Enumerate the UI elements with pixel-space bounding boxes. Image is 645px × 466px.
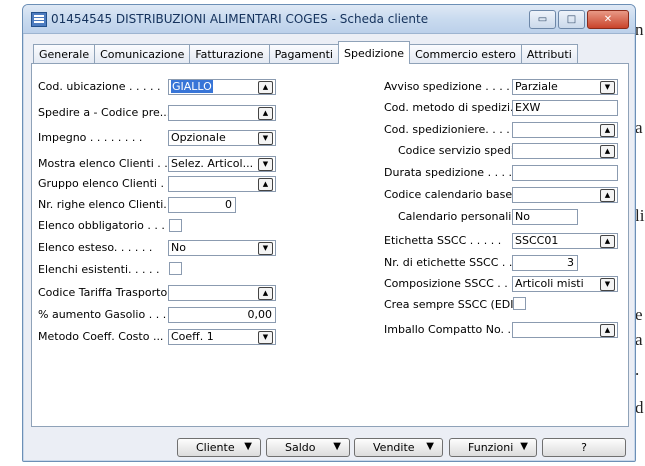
lookup-icon[interactable]: ▲: [258, 107, 273, 120]
chevron-down-icon[interactable]: ▼: [258, 242, 273, 255]
metodo-coeff-label: Metodo Coeff. Costo ...: [38, 330, 164, 343]
cod-metodo-field[interactable]: EXW: [512, 100, 618, 116]
maximize-button[interactable]: □: [558, 10, 585, 29]
nr-righe-field[interactable]: 0: [168, 197, 236, 213]
elenco-esteso-label: Elenco esteso. . . . . .: [38, 241, 153, 254]
chevron-down-icon: ▼: [244, 441, 252, 452]
codice-tariffa-label: Codice Tariffa Trasporto.: [38, 286, 171, 299]
tab-pagamenti[interactable]: Pagamenti: [268, 44, 339, 64]
durata-spedizione-field[interactable]: [512, 165, 618, 181]
chevron-down-icon: ▼: [426, 441, 434, 452]
title-bar[interactable]: 01454545 DISTRIBUZIONI ALIMENTARI COGES …: [23, 5, 635, 34]
tab-generale[interactable]: Generale: [33, 44, 96, 64]
elenchi-esistenti-checkbox[interactable]: [169, 262, 182, 275]
avviso-spedizione-label: Avviso spedizione . . . .: [384, 80, 510, 93]
close-button[interactable]: ✕: [587, 10, 629, 29]
cod-metodo-label: Cod. metodo di spedizi...: [384, 101, 521, 114]
cod-spedizioniere-field[interactable]: ▲: [512, 122, 618, 138]
background-text: a: [635, 118, 643, 137]
imballo-compatto-label: Imballo Compatto No. . .: [384, 323, 518, 336]
gruppo-elenco-field[interactable]: ▲: [168, 176, 276, 192]
lookup-icon[interactable]: ▲: [600, 124, 615, 137]
aumento-gasolio-label: % aumento Gasolio . . .: [38, 308, 167, 321]
background-text: .: [635, 360, 640, 379]
tab-spedizione[interactable]: Spedizione: [338, 41, 411, 64]
chevron-down-icon[interactable]: ▼: [258, 132, 273, 145]
spedire-a-field[interactable]: ▲: [168, 105, 276, 121]
chevron-down-icon[interactable]: ▼: [258, 331, 273, 344]
spedizione-panel: Cod. ubicazione . . . . . GIALLO ▲ Spedi…: [31, 63, 629, 427]
background-text: n: [635, 20, 644, 39]
elenchi-esistenti-label: Elenchi esistenti. . . . .: [38, 263, 160, 276]
background-text: e: [635, 305, 643, 324]
funzioni-menu-button[interactable]: Funzioni ▼: [449, 438, 537, 457]
chevron-down-icon: ▼: [333, 441, 341, 452]
lookup-icon[interactable]: ▲: [258, 287, 273, 300]
elenco-esteso-select[interactable]: No ▼: [168, 240, 276, 256]
spedire-a-label: Spedire a - Codice pre...: [38, 106, 171, 119]
chevron-down-icon: ▼: [520, 441, 528, 452]
etichetta-sscc-field[interactable]: SSCC01 ▲: [512, 233, 618, 249]
codice-tariffa-field[interactable]: ▲: [168, 285, 276, 301]
calendario-personalizzato-label: Calendario personali...: [398, 210, 522, 223]
customer-card-window: 01454545 DISTRIBUZIONI ALIMENTARI COGES …: [22, 4, 636, 462]
cod-ubicazione-field[interactable]: GIALLO ▲: [168, 79, 276, 95]
cliente-menu-button[interactable]: Cliente ▼: [177, 438, 261, 457]
impegno-select[interactable]: Opzionale ▼: [168, 130, 276, 146]
codice-calendario-label: Codice calendario base .: [384, 188, 520, 201]
vendite-menu-button[interactable]: Vendite ▼: [354, 438, 443, 457]
tab-strip: Generale Comunicazione Fatturazione Paga…: [33, 41, 578, 64]
cod-ubicazione-label: Cod. ubicazione . . . . .: [38, 80, 161, 93]
chevron-down-icon[interactable]: ▼: [600, 278, 615, 291]
composizione-sscc-select[interactable]: Articoli misti ▼: [512, 276, 618, 292]
cod-spedizioniere-label: Cod. spedizioniere. . . .: [384, 123, 510, 136]
saldo-menu-button[interactable]: Saldo ▼: [266, 438, 350, 457]
codice-servizio-field[interactable]: ▲: [512, 143, 618, 159]
chevron-down-icon[interactable]: ▼: [600, 81, 615, 94]
etichetta-sscc-label: Etichetta SSCC . . . . .: [384, 234, 502, 247]
elenco-obbligatorio-checkbox[interactable]: [169, 219, 182, 232]
impegno-label: Impegno . . . . . . . .: [38, 131, 143, 144]
imballo-compatto-field[interactable]: ▲: [512, 322, 618, 338]
minimize-button[interactable]: ▭: [529, 10, 556, 29]
nr-etichette-label: Nr. di etichette SSCC . .: [384, 256, 513, 269]
durata-spedizione-label: Durata spedizione . . . .: [384, 166, 513, 179]
nr-etichette-field[interactable]: 3: [512, 255, 578, 271]
metodo-coeff-select[interactable]: Coeff. 1 ▼: [168, 329, 276, 345]
lookup-icon[interactable]: ▲: [600, 235, 615, 248]
window-title: 01454545 DISTRIBUZIONI ALIMENTARI COGES …: [51, 12, 429, 26]
aumento-gasolio-field[interactable]: 0,00: [168, 307, 276, 323]
codice-servizio-label: Codice servizio spedi...: [398, 144, 525, 157]
chevron-down-icon[interactable]: ▼: [258, 158, 273, 171]
background-text: a: [635, 330, 643, 349]
background-text: d: [635, 398, 644, 417]
background-text: li: [635, 206, 645, 225]
crea-sempre-sscc-label: Crea sempre SSCC (EDI).: [384, 298, 522, 311]
help-button[interactable]: ?: [542, 438, 626, 457]
gruppo-elenco-label: Gruppo elenco Clienti . .: [38, 177, 171, 190]
lookup-icon[interactable]: ▲: [600, 145, 615, 158]
crea-sempre-sscc-checkbox[interactable]: [513, 297, 526, 310]
lookup-icon[interactable]: ▲: [258, 178, 273, 191]
tab-comunicazione[interactable]: Comunicazione: [94, 44, 191, 64]
composizione-sscc-label: Composizione SSCC . . .: [384, 277, 515, 290]
lookup-icon[interactable]: ▲: [258, 81, 273, 94]
lookup-icon[interactable]: ▲: [600, 324, 615, 337]
form-app-icon: [31, 12, 47, 27]
avviso-spedizione-select[interactable]: Parziale ▼: [512, 79, 618, 95]
tab-attributi[interactable]: Attributi: [520, 44, 578, 64]
calendario-personalizzato-field[interactable]: No: [512, 209, 578, 225]
mostra-elenco-label: Mostra elenco Clienti . .: [38, 157, 168, 170]
tab-commercio-estero[interactable]: Commercio estero: [409, 44, 522, 64]
tab-fatturazione[interactable]: Fatturazione: [189, 44, 270, 64]
elenco-obbligatorio-label: Elenco obbligatorio . . .: [38, 219, 165, 232]
codice-calendario-field[interactable]: ▲: [512, 187, 618, 203]
nr-righe-label: Nr. righe elenco Clienti. .: [38, 198, 174, 211]
lookup-icon[interactable]: ▲: [600, 189, 615, 202]
mostra-elenco-select[interactable]: Selez. Articol... ▼: [168, 156, 276, 172]
